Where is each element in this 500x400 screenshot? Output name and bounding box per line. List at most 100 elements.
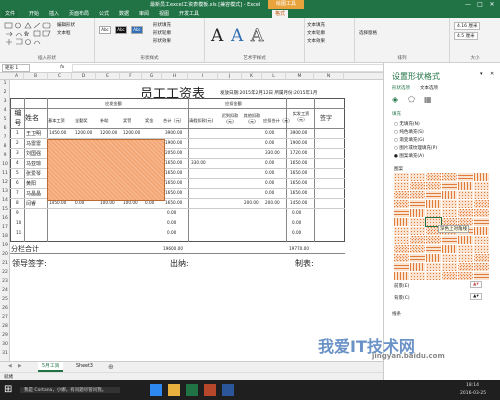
wordart-style-plain[interactable]: A xyxy=(211,26,223,46)
payable-total-cell[interactable]: 1650.00 xyxy=(165,180,182,185)
size-properties-icon[interactable]: ▦ xyxy=(424,95,432,104)
row-number-cell[interactable]: 2 xyxy=(16,140,19,145)
column-header[interactable]: E xyxy=(96,73,120,80)
section-fill[interactable]: 填充 xyxy=(392,111,401,117)
pattern-swatch[interactable] xyxy=(442,236,457,244)
pattern-swatch[interactable] xyxy=(394,191,409,199)
pattern-swatch[interactable] xyxy=(410,209,425,217)
maximize-button[interactable]: □ xyxy=(474,0,486,9)
leave-deduction-cell[interactable]: 330.00 xyxy=(191,160,206,165)
employee-name-cell[interactable]: 闫睿 xyxy=(26,200,36,207)
pattern-swatch[interactable] xyxy=(394,263,409,271)
column-header[interactable]: N xyxy=(314,73,344,80)
pattern-swatch[interactable] xyxy=(410,191,425,199)
pattern-swatch[interactable] xyxy=(474,173,489,181)
close-button[interactable]: ✕ xyxy=(486,0,498,9)
pattern-swatch[interactable] xyxy=(426,209,441,217)
foreground-color-picker[interactable]: ▲▾ xyxy=(470,281,482,288)
pattern-swatch[interactable] xyxy=(458,272,473,280)
radio-gradient-fill[interactable]: ○ 渐变填充(G) xyxy=(394,137,424,143)
pattern-swatch[interactable] xyxy=(442,200,457,208)
clock-date[interactable]: 2016-03-25 xyxy=(460,391,486,396)
pane-menu-icon[interactable]: ▾ xyxy=(480,71,483,77)
deduct-total-cell[interactable]: 0.00 xyxy=(265,180,274,185)
excel-icon[interactable] xyxy=(186,384,198,396)
pattern-swatch[interactable] xyxy=(426,200,441,208)
pattern-swatch[interactable] xyxy=(474,200,489,208)
row-number-cell[interactable]: 3 xyxy=(16,150,19,155)
column-header[interactable]: L xyxy=(262,73,286,80)
net-salary-cell[interactable]: 0.00 xyxy=(292,210,301,215)
pattern-swatch[interactable] xyxy=(394,236,409,244)
row-header[interactable]: 11 xyxy=(0,171,10,176)
payable-total-cell[interactable]: 3900.00 xyxy=(165,130,182,135)
row-header[interactable]: 29 xyxy=(0,333,10,338)
pattern-swatch[interactable] xyxy=(426,191,441,199)
row-header[interactable]: 4 xyxy=(0,108,10,113)
net-salary-cell[interactable]: 1900.00 xyxy=(290,140,307,145)
row-header[interactable]: 28 xyxy=(0,324,10,329)
payable-total-cell[interactable]: 2050.00 xyxy=(165,150,182,155)
worksheet[interactable]: A B C D E F G H I J K L M N 1 2 3 4 5 6 7 8 9 10 1… xyxy=(0,73,383,361)
pattern-swatch[interactable] xyxy=(458,254,473,262)
pattern-swatch[interactable] xyxy=(458,236,473,244)
row-header[interactable]: 5 xyxy=(0,117,10,122)
pattern-swatch[interactable] xyxy=(442,173,457,181)
pattern-swatch[interactable] xyxy=(442,254,457,262)
row-number-cell[interactable]: 8 xyxy=(16,200,19,205)
pattern-swatch[interactable] xyxy=(474,209,489,217)
pattern-swatch[interactable] xyxy=(442,191,457,199)
pattern-swatch[interactable] xyxy=(426,245,441,253)
pane-close-icon[interactable]: ✕ xyxy=(490,71,494,77)
pattern-swatch[interactable] xyxy=(458,173,473,181)
employee-name-cell[interactable]: 刘国强 xyxy=(26,150,41,157)
minimize-button[interactable]: — xyxy=(462,0,474,9)
deduct-total-cell[interactable]: 0.00 xyxy=(265,170,274,175)
windows-start-icon[interactable]: ⊞ xyxy=(4,384,16,396)
deduct-total-cell[interactable]: 0.00 xyxy=(265,190,274,195)
pattern-swatch[interactable] xyxy=(410,245,425,253)
text-fill-button[interactable]: 文本填充 xyxy=(307,22,325,28)
pattern-swatch[interactable] xyxy=(442,182,457,190)
payable-total-cell[interactable]: 1650.00 xyxy=(165,170,182,175)
row-header[interactable]: 19 xyxy=(0,243,10,248)
edit-shape-button[interactable]: 编辑形状 xyxy=(57,22,75,28)
pattern-swatch[interactable] xyxy=(394,173,409,181)
row-header[interactable]: 25 xyxy=(0,297,10,302)
row-header[interactable]: 30 xyxy=(0,342,10,347)
column-header[interactable]: H xyxy=(162,73,188,80)
base-salary-cell[interactable]: 1450.00 xyxy=(49,130,66,135)
tab-format[interactable]: 格式 xyxy=(272,10,289,18)
net-salary-cell[interactable]: 0.00 xyxy=(292,230,301,235)
pattern-swatch[interactable] xyxy=(474,254,489,262)
deduct-total-cell[interactable]: 200.00 xyxy=(265,200,280,205)
row-header[interactable]: 27 xyxy=(0,315,10,320)
text-outline-button[interactable]: 文本轮廓 xyxy=(307,30,325,36)
row-header[interactable]: 21 xyxy=(0,261,10,266)
pattern-swatch[interactable] xyxy=(442,263,457,271)
pattern-swatch[interactable] xyxy=(474,236,489,244)
sheet-tab-may-salary[interactable]: 5月工资 xyxy=(38,362,64,372)
column-header[interactable]: J xyxy=(218,73,242,80)
deduct-total-cell[interactable]: 330.00 xyxy=(265,150,280,155)
pattern-swatch[interactable] xyxy=(426,254,441,262)
row-header[interactable]: 14 xyxy=(0,198,10,203)
employee-name-cell[interactable]: 马亚琼 xyxy=(26,160,41,167)
shape-outline-button[interactable]: 形状轮廓 xyxy=(153,30,171,36)
employee-name-cell[interactable]: 王卫明 xyxy=(26,130,41,137)
file-explorer-icon[interactable] xyxy=(168,384,180,396)
row-number-cell[interactable]: 6 xyxy=(16,180,19,185)
pattern-swatch[interactable] xyxy=(442,245,457,253)
selected-rectangle-shape[interactable] xyxy=(47,139,165,201)
textbox-button[interactable]: 文本框 xyxy=(57,30,71,36)
pattern-swatch[interactable] xyxy=(426,236,441,244)
edge-icon[interactable] xyxy=(150,384,162,396)
pattern-swatch[interactable] xyxy=(474,182,489,190)
row-header[interactable]: 1 xyxy=(0,81,10,86)
radio-solid-fill[interactable]: ○ 纯色填充(S) xyxy=(394,129,424,135)
pattern-swatch[interactable] xyxy=(394,209,409,217)
pattern-swatch[interactable] xyxy=(442,209,457,217)
tab-page-layout[interactable]: 页面布局 xyxy=(66,10,92,18)
pattern-swatch[interactable] xyxy=(410,272,425,280)
wordart-style-blue[interactable]: A xyxy=(231,26,243,46)
